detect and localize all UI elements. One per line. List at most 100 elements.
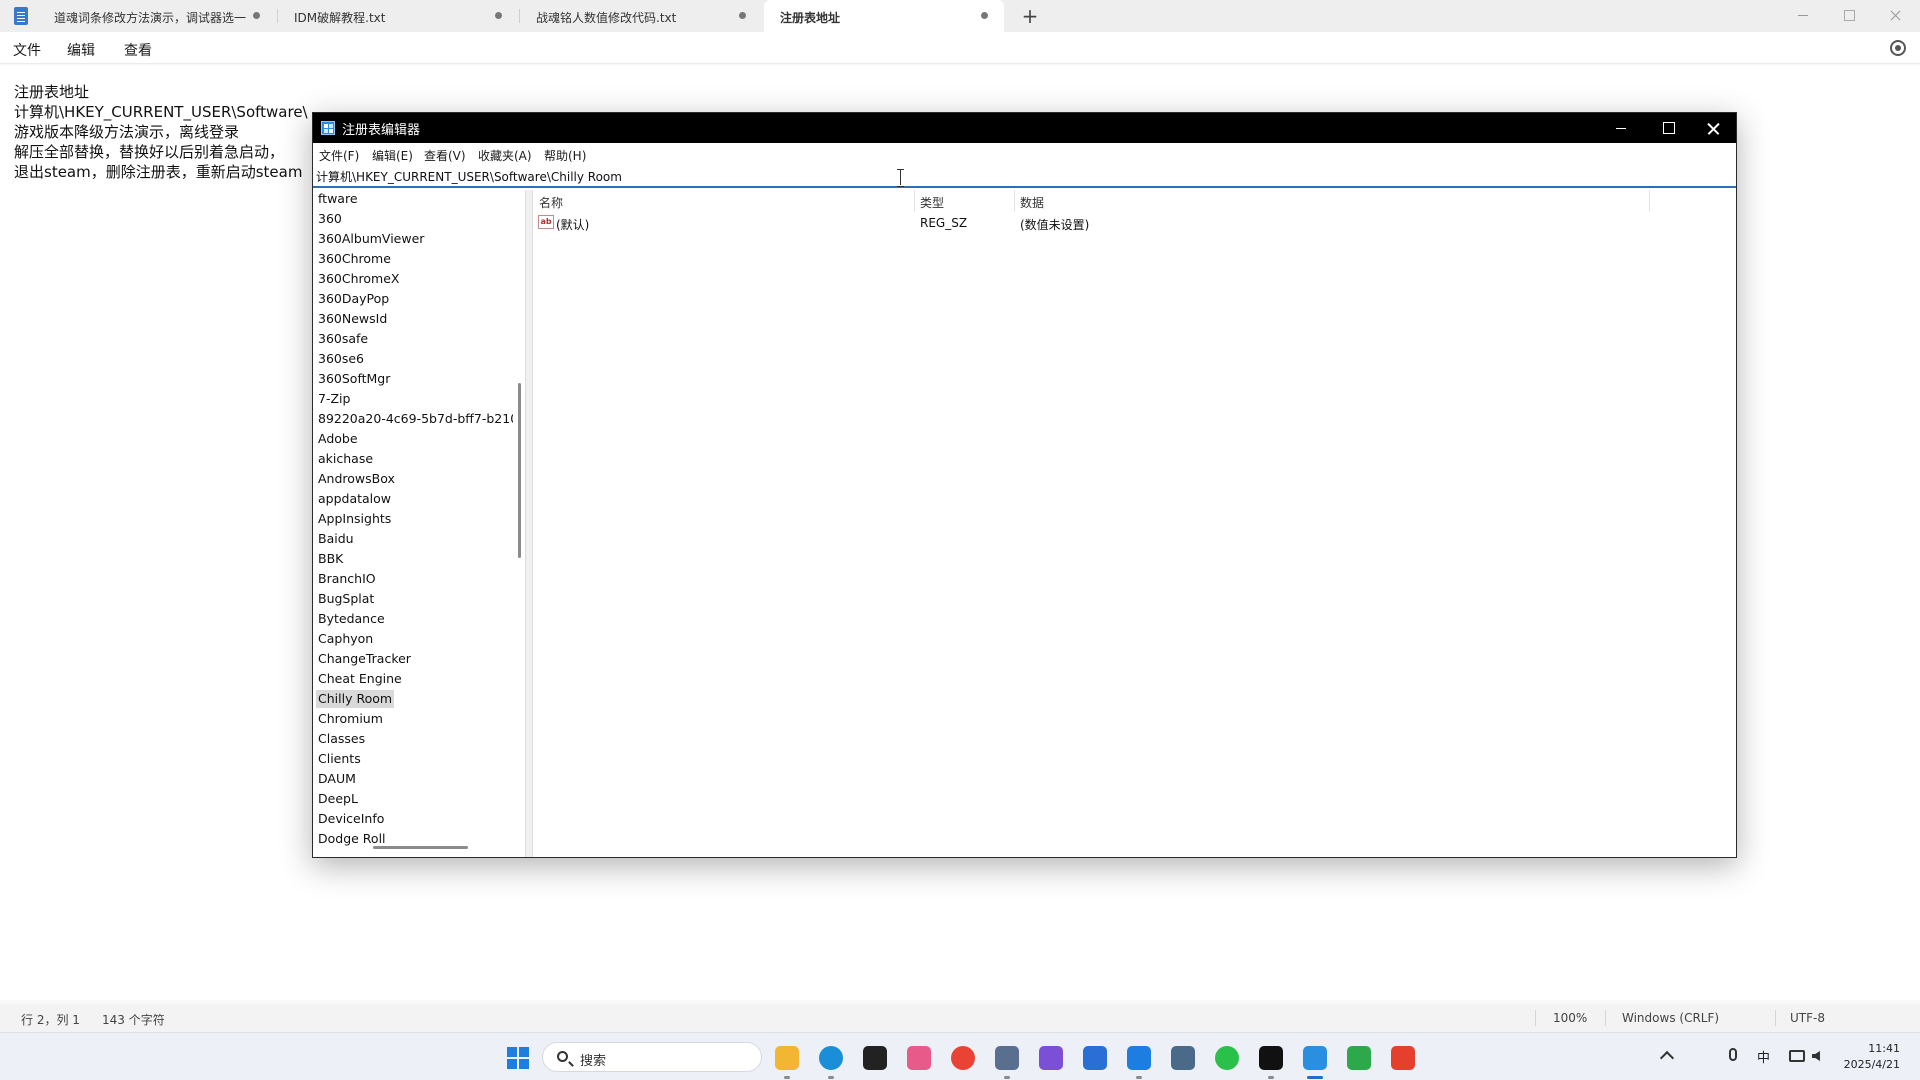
tree-key-item[interactable]: Baidu bbox=[316, 530, 356, 548]
sticky-notes-icon[interactable] bbox=[863, 1046, 887, 1070]
media-player-icon[interactable] bbox=[1039, 1046, 1063, 1070]
settings-gear-icon[interactable] bbox=[1890, 40, 1906, 56]
wechat-icon[interactable] bbox=[1215, 1046, 1239, 1070]
tree-key-item[interactable]: 360AlbumViewer bbox=[316, 230, 426, 248]
qq-icon[interactable] bbox=[1259, 1046, 1283, 1070]
tree-key-item[interactable]: 360NewsId bbox=[316, 310, 389, 328]
regedit-close-button[interactable] bbox=[1690, 113, 1736, 143]
unsaved-dot-icon[interactable] bbox=[739, 12, 746, 19]
tree-key-item[interactable]: BugSplat bbox=[316, 590, 376, 608]
value-type: REG_SZ bbox=[920, 216, 968, 230]
media-app-icon[interactable] bbox=[907, 1046, 931, 1070]
close-button[interactable] bbox=[1872, 0, 1918, 32]
column-separator[interactable] bbox=[1014, 190, 1015, 212]
tree-key-item[interactable]: AppInsights bbox=[316, 510, 393, 528]
menu-file[interactable]: 文件 bbox=[13, 40, 41, 60]
tree-key-item[interactable]: 360Chrome bbox=[316, 250, 393, 268]
column-header-name[interactable]: 名称 bbox=[539, 194, 563, 211]
file-explorer-icon[interactable] bbox=[775, 1046, 799, 1070]
tree-key-item[interactable]: Caphyon bbox=[316, 630, 375, 648]
tree-key-item[interactable]: Cheat Engine bbox=[316, 670, 404, 688]
network-app-icon[interactable] bbox=[1171, 1046, 1195, 1070]
unsaved-dot-icon[interactable] bbox=[253, 12, 260, 19]
unsaved-dot-icon[interactable] bbox=[981, 12, 988, 19]
tree-key-item[interactable]: Classes bbox=[316, 730, 367, 748]
tree-key-item[interactable]: 7-Zip bbox=[316, 390, 352, 408]
regedit-maximize-button[interactable] bbox=[1644, 113, 1690, 143]
tree-key-item[interactable]: Adobe bbox=[316, 430, 360, 448]
new-tab-button[interactable]: + bbox=[1018, 3, 1042, 29]
tree-key-item[interactable]: 360SoftMgr bbox=[316, 370, 392, 388]
text-line-2: 计算机\HKEY_CURRENT_USER\Software\ bbox=[14, 103, 308, 121]
minimize-button[interactable] bbox=[1780, 0, 1826, 32]
volume-icon[interactable] bbox=[1812, 1051, 1820, 1061]
network-icon[interactable] bbox=[1789, 1050, 1805, 1062]
tree-key-item[interactable]: DeviceInfo bbox=[316, 810, 386, 828]
tab-2[interactable]: IDM破解教程.txt bbox=[278, 0, 518, 32]
chevron-up-icon[interactable] bbox=[1659, 1050, 1675, 1066]
regedit-menu-favorites[interactable]: 收藏夹(A) bbox=[478, 147, 532, 164]
taskbar-search-box[interactable]: 搜索 bbox=[542, 1042, 762, 1072]
edge-browser-icon[interactable] bbox=[819, 1046, 843, 1070]
tree-key-item[interactable]: BranchIO bbox=[316, 570, 378, 588]
windows-logo-icon bbox=[519, 1059, 529, 1069]
regedit-menu-help[interactable]: 帮助(H) bbox=[544, 147, 586, 164]
tree-key-item[interactable]: 360 bbox=[316, 210, 344, 228]
tab-4-active[interactable]: 注册表地址 bbox=[764, 0, 1004, 32]
tree-key-item[interactable]: 89220a20-4c69-5b7d-bff7-b210c bbox=[316, 410, 513, 428]
regedit-values-list[interactable]: 名称 类型 数据 ab (默认) REG_SZ (数值未设置) bbox=[534, 190, 1736, 857]
tree-key-item[interactable]: ChangeTracker bbox=[316, 650, 413, 668]
tree-key-item[interactable]: 360ChromeX bbox=[316, 270, 401, 288]
green-app-icon[interactable] bbox=[1347, 1046, 1371, 1070]
encoding[interactable]: UTF-8 bbox=[1790, 1011, 1825, 1025]
tree-key-item[interactable]: 360DayPop bbox=[316, 290, 391, 308]
tree-key-item[interactable]: Chromium bbox=[316, 710, 385, 728]
tab-4-label: 注册表地址 bbox=[780, 11, 841, 25]
pane-splitter[interactable] bbox=[525, 190, 533, 857]
column-separator[interactable] bbox=[914, 190, 915, 212]
regedit-address-bar[interactable] bbox=[313, 165, 1736, 188]
tree-key-item[interactable]: BBK bbox=[316, 550, 345, 568]
value-row[interactable]: ab (默认) REG_SZ (数值未设置) bbox=[534, 214, 1736, 234]
settings-gear-icon[interactable] bbox=[995, 1046, 1019, 1070]
line-ending[interactable]: Windows (CRLF) bbox=[1622, 1011, 1719, 1025]
tree-key-item[interactable]: 360se6 bbox=[316, 350, 366, 368]
tab-1[interactable]: 道魂词条修改方法演示，调试器选一 bbox=[38, 0, 276, 32]
tree-key-item[interactable]: AndrowsBox bbox=[316, 470, 397, 488]
chrome-icon[interactable] bbox=[951, 1046, 975, 1070]
tree-key-item[interactable]: Clients bbox=[316, 750, 363, 768]
regedit-minimize-button[interactable] bbox=[1598, 113, 1644, 143]
column-separator[interactable] bbox=[1649, 190, 1650, 212]
regedit-icon[interactable] bbox=[1303, 1046, 1327, 1070]
tree-key-item[interactable]: Chilly Room bbox=[316, 690, 395, 708]
column-header-type[interactable]: 类型 bbox=[920, 194, 944, 211]
regedit-key-tree[interactable]: ftware 360 360AlbumViewer 360Chrome 360Chrom… bbox=[313, 190, 513, 850]
tree-key-item[interactable]: DeepL bbox=[316, 790, 360, 808]
tree-key-item[interactable]: DAUM bbox=[316, 770, 358, 788]
maximize-button[interactable] bbox=[1826, 0, 1872, 32]
tree-key-item[interactable]: akichase bbox=[316, 450, 375, 468]
start-button[interactable] bbox=[507, 1047, 529, 1069]
tree-horizontal-scrollbar[interactable] bbox=[373, 846, 468, 849]
regedit-menu-edit[interactable]: 编辑(E) bbox=[372, 147, 413, 164]
tree-key-item[interactable]: 360safe bbox=[316, 330, 370, 348]
tab-3[interactable]: 战魂铭人数值修改代码.txt bbox=[520, 0, 762, 32]
address-input[interactable] bbox=[316, 167, 1316, 185]
regedit-menu-view[interactable]: 查看(V) bbox=[424, 147, 466, 164]
tree-key-item[interactable]: ftware bbox=[316, 190, 360, 208]
tree-key-item[interactable]: appdatalow bbox=[316, 490, 393, 508]
tree-key-item[interactable]: Bytedance bbox=[316, 610, 387, 628]
calculator-icon[interactable] bbox=[1083, 1046, 1107, 1070]
column-header-data[interactable]: 数据 bbox=[1020, 194, 1044, 211]
regedit-menu-file[interactable]: 文件(F) bbox=[319, 147, 359, 164]
unsaved-dot-icon[interactable] bbox=[495, 12, 502, 19]
notepad-icon[interactable] bbox=[1127, 1046, 1151, 1070]
tree-vertical-scrollbar[interactable] bbox=[518, 383, 521, 558]
red-app-icon[interactable] bbox=[1391, 1046, 1415, 1070]
menu-edit[interactable]: 编辑 bbox=[67, 40, 95, 60]
microphone-icon[interactable] bbox=[1729, 1048, 1737, 1061]
zoom-level[interactable]: 100% bbox=[1553, 1011, 1587, 1025]
ime-indicator[interactable]: 中 bbox=[1757, 1047, 1770, 1066]
menu-view[interactable]: 查看 bbox=[124, 40, 152, 60]
system-clock[interactable]: 11:41 2025/4/21 bbox=[1840, 1041, 1900, 1073]
